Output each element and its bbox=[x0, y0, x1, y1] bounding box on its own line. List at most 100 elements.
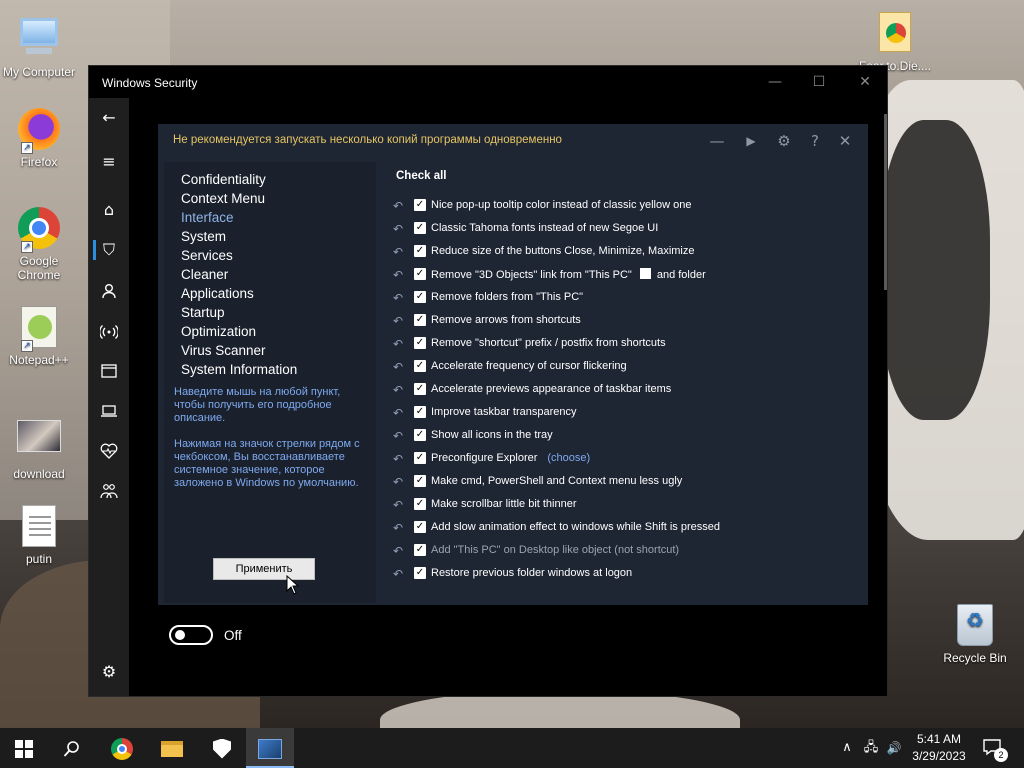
option-checkbox[interactable]: ✓ bbox=[414, 567, 426, 579]
reset-arrow-icon[interactable]: ↶ bbox=[391, 544, 405, 558]
desktop-icon-chrome-file[interactable]: Fear.to.Die.... bbox=[855, 12, 935, 73]
option-label[interactable]: Improve taskbar transparency bbox=[431, 406, 577, 418]
desktop-icon-notepad-plus-plus[interactable]: ↗ Notepad++ bbox=[0, 306, 79, 367]
option-label[interactable]: Remove "shortcut" prefix / postfix from … bbox=[431, 337, 666, 349]
nav-item-optimization[interactable]: Optimization bbox=[181, 324, 256, 339]
close-button[interactable]: ✕ bbox=[842, 66, 888, 98]
reset-arrow-icon[interactable]: ↶ bbox=[391, 222, 405, 236]
tray-chevron-icon[interactable]: ∧ bbox=[838, 728, 856, 768]
nav-item-virus-scanner[interactable]: Virus Scanner bbox=[181, 343, 266, 358]
reset-arrow-icon[interactable]: ↶ bbox=[391, 360, 405, 374]
heart-pulse-icon[interactable] bbox=[89, 432, 129, 468]
folder-checkbox[interactable] bbox=[639, 268, 651, 279]
volume-icon[interactable]: 🔊 bbox=[884, 728, 904, 768]
play-icon[interactable]: ▶ bbox=[738, 130, 764, 152]
title-bar[interactable]: Windows Security — ☐ ✕ bbox=[89, 66, 889, 98]
taskbar-tweaker-button[interactable] bbox=[246, 728, 294, 768]
option-label[interactable]: Classic Tahoma fonts instead of new Sego… bbox=[431, 222, 658, 234]
gear-icon[interactable]: ⚙ bbox=[89, 654, 129, 690]
taskbar-windows-security-button[interactable] bbox=[198, 728, 246, 768]
nav-item-interface[interactable]: Interface bbox=[181, 210, 234, 225]
reset-arrow-icon[interactable]: ↶ bbox=[391, 498, 405, 512]
option-label[interactable]: Reduce size of the buttons Close, Minimi… bbox=[431, 245, 695, 257]
shield-icon[interactable]: ⛉ bbox=[89, 232, 129, 268]
option-label[interactable]: Nice pop-up tooltip color instead of cla… bbox=[431, 199, 691, 211]
option-checkbox[interactable]: ✓ bbox=[414, 337, 426, 349]
nav-item-applications[interactable]: Applications bbox=[181, 286, 254, 301]
option-label[interactable]: Preconfigure Explorer (choose) bbox=[431, 452, 590, 464]
reset-arrow-icon[interactable]: ↶ bbox=[391, 475, 405, 489]
option-label[interactable]: Restore previous folder windows at logon bbox=[431, 567, 632, 579]
settings-gear-icon[interactable]: ⚙ bbox=[771, 130, 797, 152]
option-label[interactable]: Remove "3D Objects" link from "This PC" a… bbox=[431, 268, 706, 281]
option-label[interactable]: Add "This PC" on Desktop like object (no… bbox=[431, 544, 679, 556]
option-label[interactable]: Accelerate previews appearance of taskba… bbox=[431, 383, 671, 395]
option-label[interactable]: Show all icons in the tray bbox=[431, 429, 553, 441]
app-browser-icon[interactable] bbox=[89, 352, 129, 388]
back-arrow-icon[interactable]: ← bbox=[89, 100, 129, 136]
reset-arrow-icon[interactable]: ↶ bbox=[391, 268, 405, 282]
option-label[interactable]: Accelerate frequency of cursor flickerin… bbox=[431, 360, 627, 372]
nav-item-startup[interactable]: Startup bbox=[181, 305, 225, 320]
nav-item-system[interactable]: System bbox=[181, 229, 226, 244]
option-checkbox[interactable]: ✓ bbox=[414, 268, 426, 280]
option-checkbox[interactable]: ✓ bbox=[414, 245, 426, 257]
nav-item-context-menu[interactable]: Context Menu bbox=[181, 191, 265, 206]
window-scrollbar[interactable] bbox=[884, 114, 887, 290]
option-checkbox[interactable]: ✓ bbox=[414, 475, 426, 487]
person-icon[interactable] bbox=[89, 272, 129, 308]
option-checkbox[interactable]: ✓ bbox=[414, 498, 426, 510]
help-icon[interactable]: ? bbox=[802, 130, 828, 152]
panel-close-button[interactable]: ✕ bbox=[832, 130, 858, 152]
choose-link[interactable]: (choose) bbox=[547, 452, 590, 464]
option-label[interactable]: Make scrollbar little bit thinner bbox=[431, 498, 577, 510]
reset-arrow-icon[interactable]: ↶ bbox=[391, 567, 405, 581]
desktop-icon-download[interactable]: download bbox=[0, 414, 79, 481]
option-checkbox[interactable]: ✓ bbox=[414, 199, 426, 211]
reset-arrow-icon[interactable]: ↶ bbox=[391, 337, 405, 351]
maximize-button[interactable]: ☐ bbox=[796, 66, 842, 98]
taskbar-chrome-button[interactable] bbox=[98, 728, 146, 768]
option-checkbox[interactable]: ✓ bbox=[414, 222, 426, 234]
option-label[interactable]: Make cmd, PowerShell and Context menu le… bbox=[431, 475, 682, 487]
search-button[interactable] bbox=[48, 728, 96, 768]
option-checkbox[interactable]: ✓ bbox=[414, 452, 426, 464]
laptop-icon[interactable] bbox=[89, 392, 129, 428]
reset-arrow-icon[interactable]: ↶ bbox=[391, 406, 405, 420]
check-all-link[interactable]: Check all bbox=[396, 170, 447, 182]
option-checkbox[interactable]: ✓ bbox=[414, 291, 426, 303]
off-toggle-switch[interactable] bbox=[169, 625, 213, 645]
wireless-icon[interactable] bbox=[89, 312, 129, 348]
option-checkbox[interactable]: ✓ bbox=[414, 406, 426, 418]
reset-arrow-icon[interactable]: ↶ bbox=[391, 199, 405, 213]
panel-minimize-button[interactable]: — bbox=[704, 130, 730, 152]
option-checkbox[interactable]: ✓ bbox=[414, 544, 426, 556]
minimize-button[interactable]: — bbox=[752, 66, 798, 98]
reset-arrow-icon[interactable]: ↶ bbox=[391, 314, 405, 328]
nav-item-services[interactable]: Services bbox=[181, 248, 233, 263]
desktop-icon-chrome[interactable]: ↗ Google Chrome bbox=[0, 207, 79, 282]
option-label[interactable]: Add slow animation effect to windows whi… bbox=[431, 521, 720, 533]
option-checkbox[interactable]: ✓ bbox=[414, 383, 426, 395]
option-label[interactable]: Remove arrows from shortcuts bbox=[431, 314, 581, 326]
option-checkbox[interactable]: ✓ bbox=[414, 360, 426, 372]
reset-arrow-icon[interactable]: ↶ bbox=[391, 383, 405, 397]
desktop-icon-my-computer[interactable]: My Computer bbox=[0, 12, 79, 79]
network-icon[interactable]: 🖧 bbox=[860, 728, 882, 768]
reset-arrow-icon[interactable]: ↶ bbox=[391, 245, 405, 259]
option-checkbox[interactable]: ✓ bbox=[414, 429, 426, 441]
hamburger-menu-icon[interactable]: ≡ bbox=[89, 144, 129, 180]
option-checkbox[interactable]: ✓ bbox=[414, 521, 426, 533]
reset-arrow-icon[interactable]: ↶ bbox=[391, 429, 405, 443]
home-icon[interactable]: ⌂ bbox=[89, 192, 129, 228]
family-icon[interactable] bbox=[89, 472, 129, 508]
nav-item-cleaner[interactable]: Cleaner bbox=[181, 267, 228, 282]
nav-item-system-information[interactable]: System Information bbox=[181, 362, 297, 377]
reset-arrow-icon[interactable]: ↶ bbox=[391, 521, 405, 535]
reset-arrow-icon[interactable]: ↶ bbox=[391, 452, 405, 466]
desktop-icon-firefox[interactable]: ↗ Firefox bbox=[0, 108, 79, 169]
clock[interactable]: 5:41 AM 3/29/2023 bbox=[906, 731, 972, 765]
option-label[interactable]: Remove folders from "This PC" bbox=[431, 291, 583, 303]
start-button[interactable] bbox=[0, 728, 48, 768]
desktop-icon-recycle-bin[interactable]: Recycle Bin bbox=[935, 604, 1015, 665]
